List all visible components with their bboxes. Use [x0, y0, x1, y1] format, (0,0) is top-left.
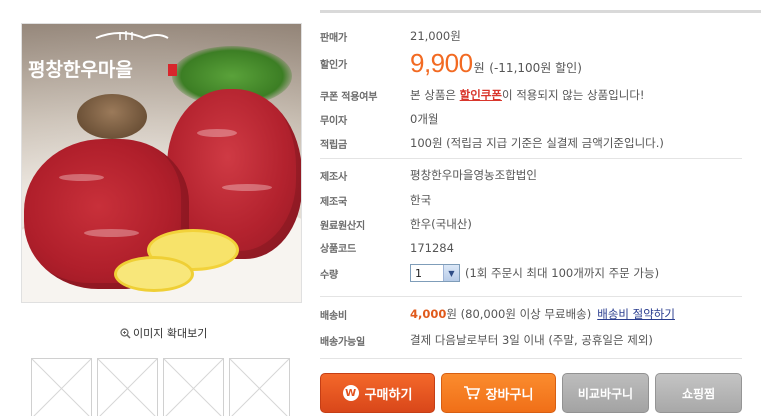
maker-label: 제조사 [320, 171, 347, 183]
placeholder-x-icon [163, 358, 224, 416]
sale-price-amount: 9,900 [410, 47, 473, 78]
country-value: 한국 [410, 193, 432, 207]
section-divider [320, 358, 742, 359]
zoom-image-link[interactable]: 이미지 확대보기 [120, 325, 207, 341]
placeholder-x-icon [97, 358, 158, 416]
row-product-code: 상품코드 171284 [320, 240, 742, 256]
thumbnail-slot[interactable] [97, 358, 158, 416]
product-code-label: 상품코드 [320, 244, 356, 255]
compare-button[interactable]: 비교바구니 [562, 373, 649, 413]
lemon-slice [114, 256, 194, 292]
coupon-text-prefix: 본 상품은 [410, 88, 460, 102]
wallet-icon: W [342, 385, 359, 401]
row-sale-price: 할인가 9,900원 (-11,100원 할인) [320, 48, 742, 78]
thumbnail-slot[interactable] [31, 358, 92, 416]
coupon-text-suffix: 이 적용되지 않는 상품입니다! [501, 88, 645, 102]
row-country: 제조국 한국 [320, 192, 742, 208]
section-divider [320, 158, 742, 159]
placeholder-x-icon [31, 358, 92, 416]
delivery-label: 배송가능일 [320, 336, 365, 348]
placeholder-x-icon [229, 358, 290, 416]
country-label: 제조국 [320, 196, 347, 208]
quantity-select[interactable]: 1 ▼ [410, 264, 460, 282]
wishlist-button[interactable]: 쇼핑찜 [655, 373, 742, 413]
points-value: 100원 (적립금 지급 기준은 실결제 금액기준입니다.) [410, 136, 664, 150]
thumbnail-slot[interactable] [163, 358, 224, 416]
list-price-value: 21,000원 [410, 29, 461, 43]
quantity-note: (1회 주문시 최대 100개까지 주문 가능) [465, 266, 660, 280]
row-maker: 제조사 평창한우마을영농조합법인 [320, 167, 742, 183]
shipping-label: 배송비 [320, 310, 347, 322]
chevron-down-icon[interactable]: ▼ [443, 265, 459, 281]
shipping-save-link[interactable]: 배송비 절약하기 [597, 307, 675, 321]
row-shipping: 배송비 4,000원 (80,000원 이상 무료배송) 배송비 절약하기 [320, 306, 742, 322]
row-points: 적립금 100원 (적립금 지급 기준은 실결제 금액기준입니다.) [320, 135, 742, 151]
buy-button-label: 구매하기 [364, 387, 413, 403]
origin-value: 한우(국내산) [410, 217, 472, 231]
origin-label: 원료원산지 [320, 220, 365, 232]
row-coupon: 쿠폰 적용여부 본 상품은 할인쿠폰이 적용되지 않는 상품입니다! [320, 87, 742, 103]
installment-value: 0개월 [410, 112, 439, 126]
sale-price-unit: 원 [473, 60, 485, 75]
row-quantity: 수량 1 ▼ (1회 주문시 최대 100개까지 주문 가능) [320, 264, 742, 282]
thumbnail-slot[interactable] [229, 358, 290, 416]
add-to-cart-button[interactable]: 장바구니 [441, 373, 556, 413]
compare-button-label: 비교바구니 [577, 386, 634, 401]
buy-button[interactable]: W 구매하기 [320, 373, 435, 413]
row-origin: 원료원산지 한우(국내산) [320, 216, 742, 232]
magnifier-icon [120, 327, 131, 339]
quantity-label: 수량 [320, 269, 338, 281]
section-divider [320, 296, 742, 297]
row-delivery: 배송가능일 결제 다음날로부터 3일 이내 (주말, 공휴일은 제외) [320, 332, 742, 348]
product-main-image[interactable]: 평창한우마을 [21, 23, 302, 303]
wishlist-button-label: 쇼핑찜 [681, 386, 716, 401]
cart-button-label: 장바구니 [485, 387, 534, 403]
shipping-unit: 원 [446, 307, 457, 321]
quantity-selected-value: 1 [415, 266, 422, 280]
brand-logo: 평창한우마을 [28, 31, 177, 81]
sale-price-label: 할인가 [320, 59, 347, 71]
shipping-note: (80,000원 이상 무료배송) [456, 307, 592, 321]
brand-logo-text: 평창한우마을 [28, 59, 133, 81]
list-price-label: 판매가 [320, 32, 347, 44]
discount-amount: (-11,100원 할인) [489, 60, 582, 75]
maker-value: 평창한우마을영농조합법인 [410, 168, 537, 182]
product-code-value: 171284 [410, 240, 454, 255]
delivery-value: 결제 다음날로부터 3일 이내 (주말, 공휴일은 제외) [410, 333, 653, 347]
cart-icon [463, 386, 480, 400]
row-list-price: 판매가 21,000원 [320, 28, 742, 44]
coupon-emphasis: 할인쿠폰 [459, 88, 502, 102]
row-installment: 무이자 0개월 [320, 111, 742, 127]
top-divider [320, 10, 761, 13]
coupon-label: 쿠폰 적용여부 [320, 91, 378, 103]
mushroom-garnish [77, 94, 147, 139]
zoom-image-label: 이미지 확대보기 [133, 327, 208, 340]
installment-label: 무이자 [320, 115, 347, 127]
thumbnail-strip [31, 358, 290, 416]
shipping-price: 4,000 [410, 307, 447, 321]
points-label: 적립금 [320, 139, 347, 151]
